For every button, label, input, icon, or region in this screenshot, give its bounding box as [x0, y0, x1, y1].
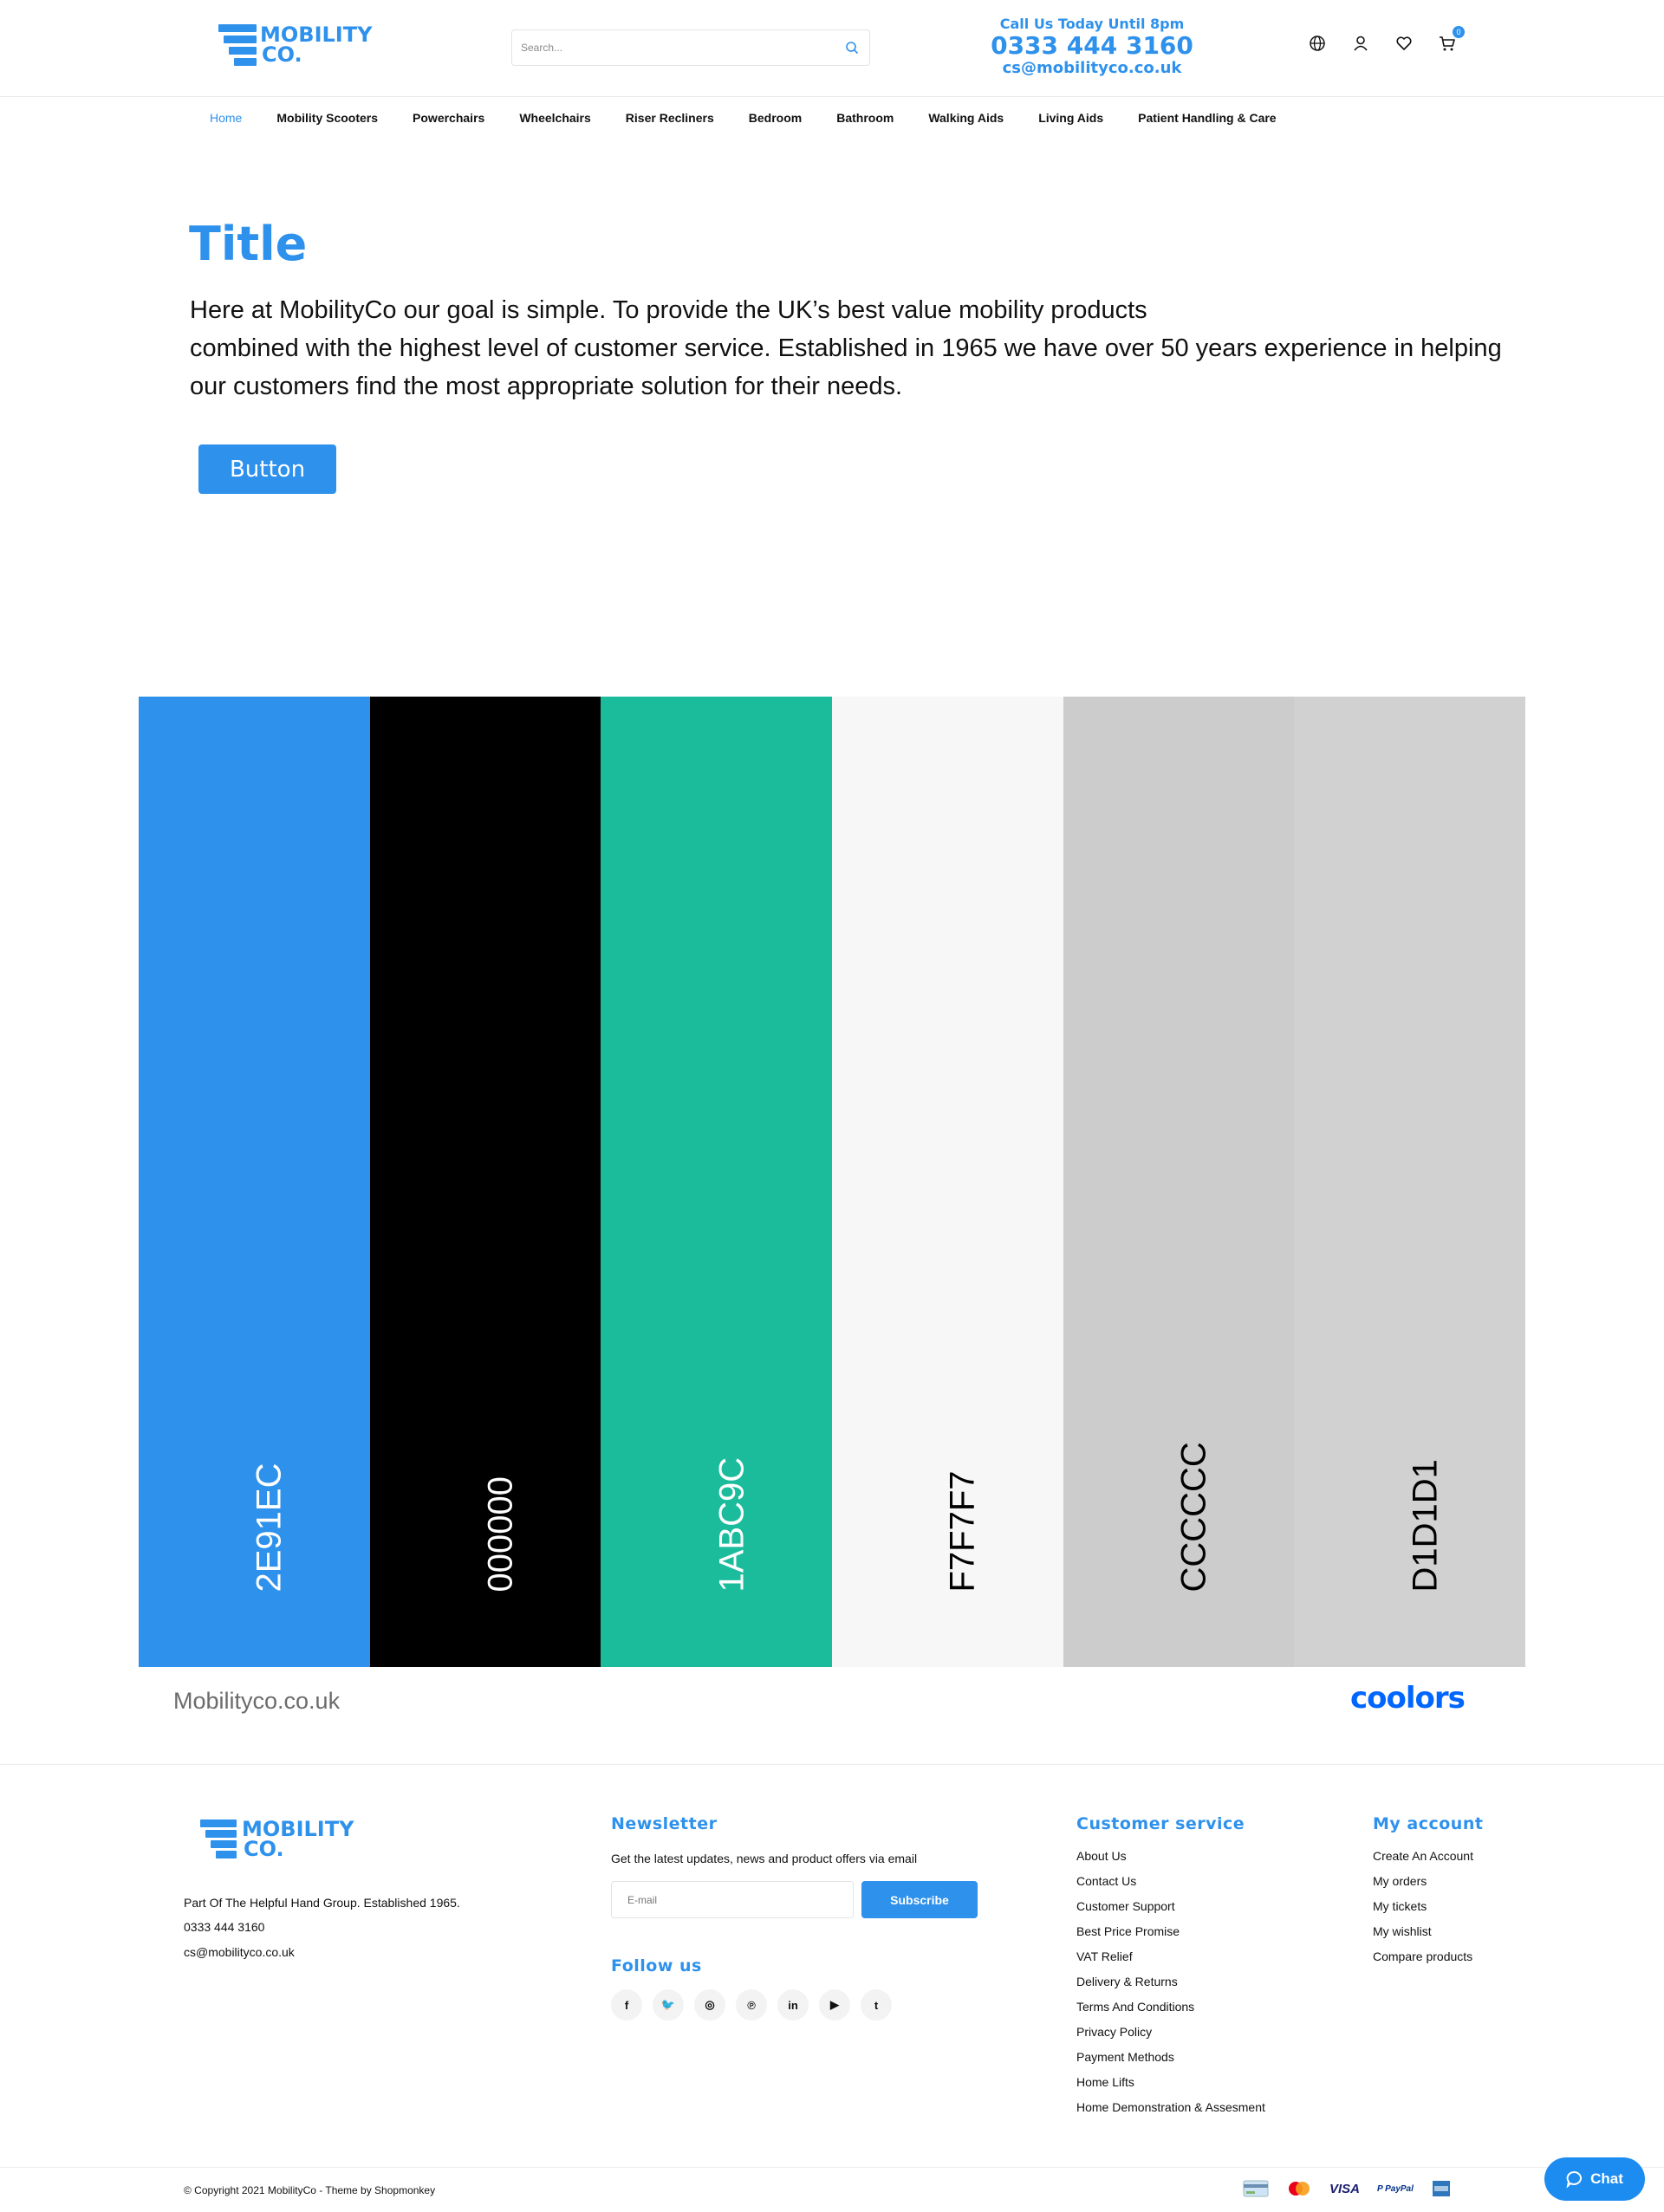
nav-item-walking-aids[interactable]: Walking Aids	[928, 111, 1004, 125]
nav-item-wheelchairs[interactable]: Wheelchairs	[519, 111, 590, 125]
footer-link[interactable]: About Us	[1076, 1844, 1265, 1869]
my-account-heading: My account	[1373, 1814, 1484, 1833]
nav-item-riser-recliners[interactable]: Riser Recliners	[626, 111, 714, 125]
chat-bubble-icon	[1566, 2171, 1583, 2188]
nav-item-powerchairs[interactable]: Powerchairs	[413, 111, 484, 125]
footer-link[interactable]: Compare products	[1373, 1944, 1473, 1969]
footer-link[interactable]: Create An Account	[1373, 1844, 1473, 1869]
cta-button[interactable]: Button	[198, 444, 336, 494]
search-icon[interactable]	[845, 41, 859, 55]
subscribe-button[interactable]: Subscribe	[861, 1881, 978, 1918]
instagram-icon[interactable]: ◎	[694, 1989, 725, 2021]
footer-link[interactable]: Best Price Promise	[1076, 1919, 1265, 1944]
customer-service-links: About Us Contact Us Customer Support Best P…	[1076, 1844, 1265, 2120]
footer-link[interactable]: Home Lifts	[1076, 2070, 1265, 2095]
main-nav: Home Mobility Scooters Powerchairs Wheelcha…	[192, 98, 1294, 138]
coolors-logo[interactable]: coolors	[1350, 1681, 1466, 1716]
contact-block: Call Us Today Until 8pm 0333 444 3160 cs…	[971, 16, 1213, 78]
nav-item-home[interactable]: Home	[210, 111, 242, 125]
footer-link[interactable]: VAT Relief	[1076, 1944, 1265, 1969]
footer-link[interactable]: My orders	[1373, 1869, 1473, 1894]
email-link[interactable]: cs@mobilityco.co.uk	[971, 59, 1213, 78]
color-palette: 2E91EC 000000 1ABC9C F7F7F7 CCCCCC D1D1D1	[139, 697, 1526, 1667]
color-swatch[interactable]: F7F7F7	[832, 697, 1063, 1667]
logo-mark-icon	[218, 24, 257, 66]
cart-count-badge: 0	[1453, 26, 1465, 38]
call-label: Call Us Today Until 8pm	[999, 16, 1185, 32]
footer-logo[interactable]: MOBILITY CO.	[200, 1817, 354, 1861]
copyright: © Copyright 2021 MobilityCo - Theme by S…	[184, 2184, 436, 2196]
swatch-hex-code: 2E91EC	[250, 1463, 289, 1593]
social-links: f 🐦 ◎ ℗ in ▶ t	[611, 1989, 892, 2021]
page-title: Title	[189, 217, 308, 271]
footer-link[interactable]: Payment Methods	[1076, 2045, 1265, 2070]
logo-mark-icon	[200, 1820, 238, 1859]
footer-about-text: Part Of The Helpful Hand Group. Establis…	[184, 1896, 460, 1910]
nav-item-bedroom[interactable]: Bedroom	[749, 111, 802, 125]
swatch-hex-code: 1ABC9C	[712, 1456, 751, 1593]
intro-text: Here at MobilityCo our goal is simple. T…	[190, 296, 1502, 400]
nav-item-bathroom[interactable]: Bathroom	[836, 111, 894, 125]
mastercard-icon	[1289, 2182, 1310, 2196]
user-icon[interactable]	[1352, 35, 1369, 52]
linkedin-icon[interactable]: in	[777, 1989, 809, 2021]
customer-service-heading: Customer service	[1076, 1814, 1245, 1833]
search-input[interactable]	[521, 30, 833, 65]
header-icons: 0	[1309, 26, 1465, 52]
color-swatch[interactable]: CCCCCC	[1063, 697, 1295, 1667]
footer-link[interactable]: Terms And Conditions	[1076, 1995, 1265, 2020]
search-box	[511, 29, 870, 66]
tumblr-icon[interactable]: t	[861, 1989, 892, 2021]
my-account-links: Create An Account My orders My tickets My w…	[1373, 1844, 1473, 1969]
newsletter-email-input[interactable]	[611, 1881, 854, 1918]
color-swatch[interactable]: 2E91EC	[139, 697, 370, 1667]
nav-item-living-aids[interactable]: Living Aids	[1038, 111, 1103, 125]
swatch-hex-code: F7F7F7	[943, 1470, 982, 1593]
color-swatch[interactable]: D1D1D1	[1294, 697, 1526, 1667]
logo[interactable]: MOBILITY CO.	[218, 24, 372, 66]
swatch-hex-code: CCCCCC	[1174, 1442, 1213, 1593]
amex-icon	[1432, 2181, 1450, 2196]
swatch-hex-code: D1D1D1	[1406, 1459, 1445, 1593]
phone-number[interactable]: 0333 444 3160	[971, 33, 1213, 59]
visa-icon: VISA	[1329, 2181, 1361, 2196]
chat-label: Chat	[1590, 2170, 1623, 2187]
newsletter-heading: Newsletter	[611, 1814, 718, 1833]
paypal-icon: P PayPal	[1377, 2183, 1414, 2194]
logo-wordmark: MOBILITY CO.	[242, 1817, 354, 1861]
footer-email[interactable]: cs@mobilityco.co.uk	[184, 1945, 295, 1959]
logo-wordmark: MOBILITY CO.	[260, 23, 373, 67]
footer-link[interactable]: Privacy Policy	[1076, 2020, 1265, 2045]
swatch-hex-code: 000000	[481, 1476, 520, 1593]
globe-icon[interactable]	[1309, 35, 1326, 52]
footer-link[interactable]: Home Demonstration & Assesment	[1076, 2095, 1265, 2120]
payment-methods: VISA P PayPal	[1243, 2179, 1452, 2198]
facebook-icon[interactable]: f	[611, 1989, 642, 2021]
nav-item-patient-handling-care[interactable]: Patient Handling & Care	[1138, 111, 1276, 125]
pinterest-icon[interactable]: ℗	[736, 1989, 767, 2021]
newsletter-text: Get the latest updates, news and product…	[611, 1852, 918, 1865]
twitter-icon[interactable]: 🐦	[653, 1989, 684, 2021]
footer-link[interactable]: Contact Us	[1076, 1869, 1265, 1894]
heart-icon[interactable]	[1395, 35, 1413, 52]
chat-button[interactable]: Chat	[1544, 2157, 1645, 2201]
card-icon	[1243, 2180, 1269, 2197]
color-swatch[interactable]: 000000	[369, 697, 601, 1667]
cart-button[interactable]: 0	[1439, 26, 1465, 52]
footer-phone[interactable]: 0333 444 3160	[184, 1920, 264, 1934]
palette-site-label: Mobilityco.co.uk	[173, 1688, 341, 1714]
footer-link[interactable]: Customer Support	[1076, 1894, 1265, 1919]
nav-item-mobility-scooters[interactable]: Mobility Scooters	[276, 111, 378, 125]
color-swatch[interactable]: 1ABC9C	[601, 697, 833, 1667]
header: MOBILITY CO. Call Us Today Until 8pm 033…	[0, 0, 1664, 97]
footer-link[interactable]: My wishlist	[1373, 1919, 1473, 1944]
footer-link[interactable]: My tickets	[1373, 1894, 1473, 1919]
footer-link[interactable]: Delivery & Returns	[1076, 1969, 1265, 1995]
footer-divider	[0, 2167, 1664, 2168]
follow-heading: Follow us	[611, 1956, 702, 1975]
cart-icon	[1440, 36, 1455, 51]
youtube-icon[interactable]: ▶	[819, 1989, 850, 2021]
